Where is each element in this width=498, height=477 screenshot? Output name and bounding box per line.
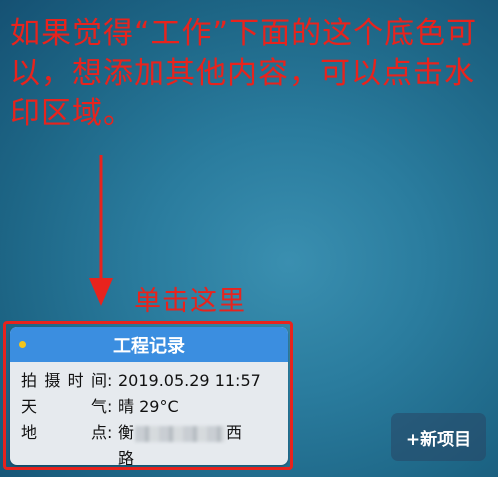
weather-label: 天 气 [21,397,107,416]
location-label: 地 点 [21,423,107,442]
watermark-row-weather: 天 气 : 晴 29°C [21,394,279,420]
weather-value: 晴 29°C [118,397,179,416]
status-dot-icon [19,341,26,348]
time-value: 2019.05.29 11:57 [118,371,261,390]
location-value: 衡西 路 [118,423,243,465]
annotation-click-here-text: 单击这里 [134,286,246,317]
new-item-button[interactable]: +新项目 [391,413,486,461]
watermark-row-location: 地 点 : 衡西 路 [21,420,279,465]
watermark-title: 工程记录 [113,335,185,357]
watermark-header: 工程记录 [10,327,288,362]
annotation-instruction-text: 如果觉得“工作”下面的这个底色可以，想添加其他内容，可以点击水印区域。 [10,16,478,131]
redacted-blur [135,425,226,442]
watermark-row-time: 拍 摄 时 间 : 2019.05.29 11:57 [21,368,279,394]
time-label: 拍 摄 时 间 [21,371,107,390]
watermark-area[interactable]: 工程记录 拍 摄 时 间 : 2019.05.29 11:57 天 气 : 晴 … [10,327,288,465]
